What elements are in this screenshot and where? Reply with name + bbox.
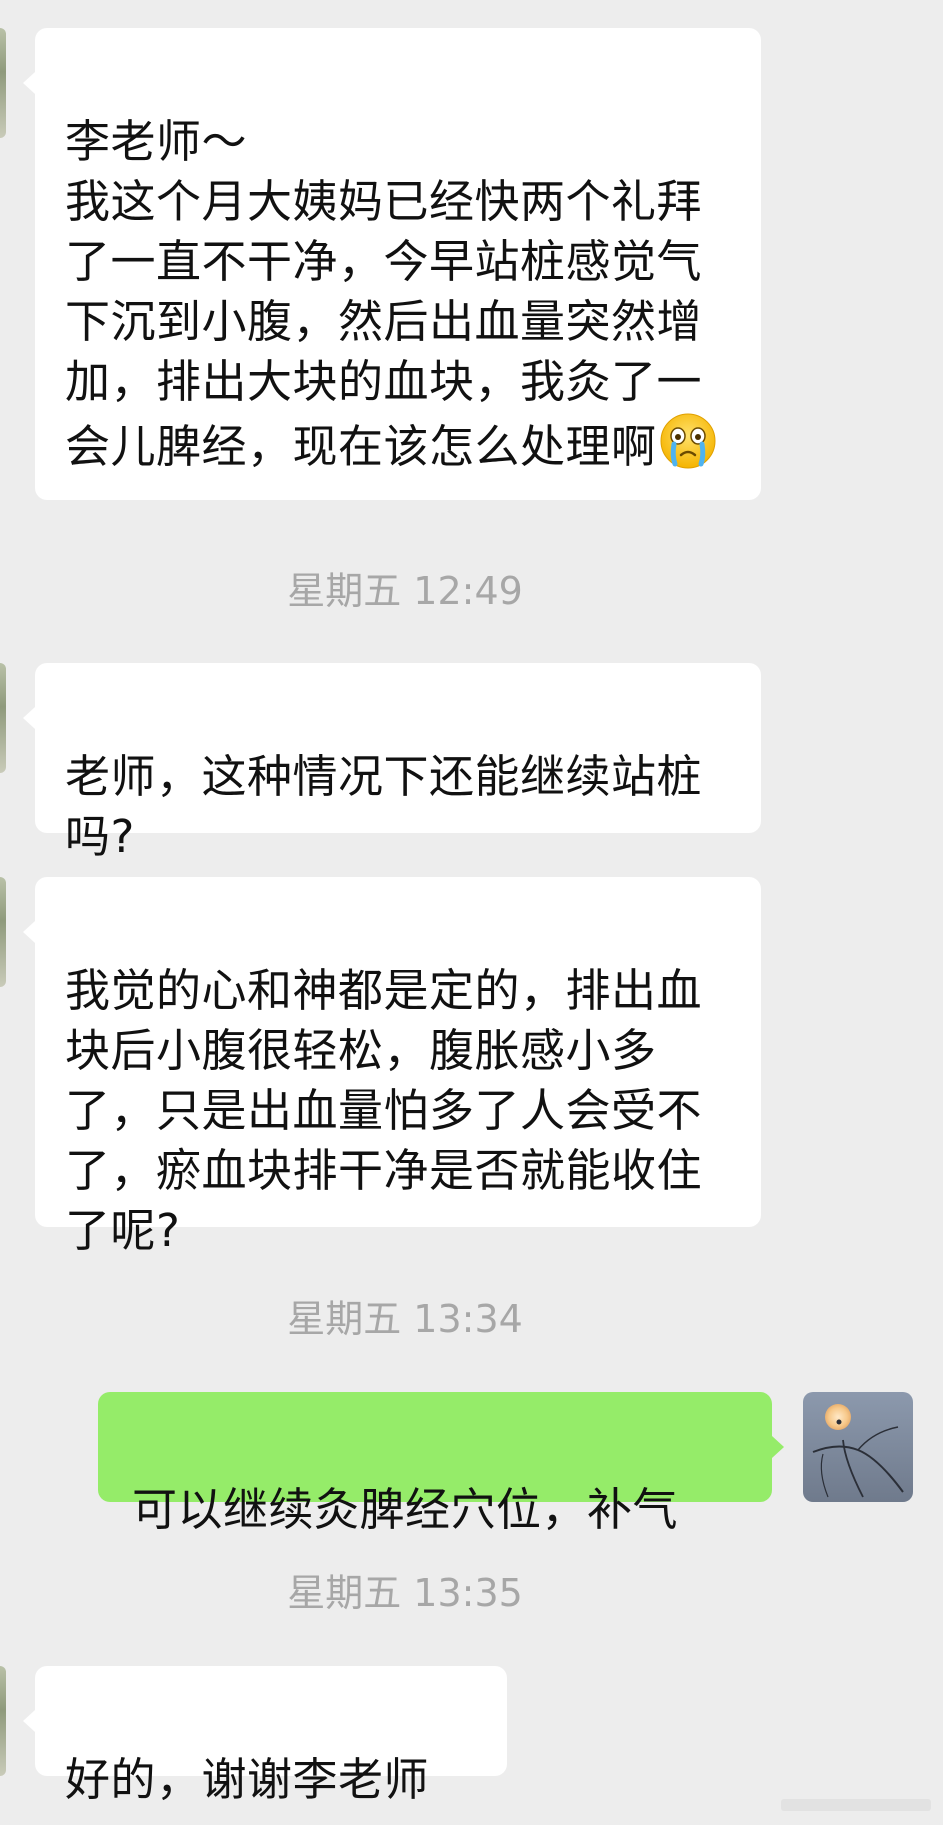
chat-history[interactable]: 李老师～ 我这个月大姨妈已经快两个礼拜了一直不干净，今早站桩感觉气下沉到小腹，然… (0, 0, 943, 1825)
message-bubble-received[interactable]: 我觉的心和神都是定的，排出血块后小腹很轻松，腹胀感小多了，只是出血量怕多了人会受… (23, 877, 761, 1257)
message-bubble-received[interactable]: 好的，谢谢李老师 (23, 1666, 507, 1806)
contact-avatar[interactable] (0, 1666, 6, 1776)
contact-avatar[interactable] (0, 663, 6, 773)
message-text: 可以继续灸脾经穴位，补气 (132, 1483, 679, 1536)
contact-avatar[interactable] (0, 877, 6, 987)
message-bubble-sent[interactable]: 可以继续灸脾经穴位，补气 (98, 1392, 784, 1536)
watermark-icon (781, 1799, 931, 1811)
crying-face-emoji-icon (659, 412, 717, 485)
timestamp: 星期五 13:35 (287, 1571, 523, 1615)
message-text: 老师，这种情况下还能继续站桩吗? (65, 750, 703, 863)
message-text: 好的，谢谢李老师 (65, 1753, 430, 1806)
message-text: 李老师～ 我这个月大姨妈已经快两个礼拜了一直不干净，今早站桩感觉气下沉到小腹，然… (65, 115, 703, 473)
message-bubble-received[interactable]: 老师，这种情况下还能继续站桩吗? (23, 663, 761, 863)
timestamp: 星期五 13:34 (287, 1297, 523, 1341)
message-bubble-received[interactable]: 李老师～ 我这个月大姨妈已经快两个礼拜了一直不干净，今早站桩感觉气下沉到小腹，然… (23, 28, 761, 500)
timestamp: 星期五 12:49 (287, 569, 523, 613)
message-text: 我觉的心和神都是定的，排出血块后小腹很轻松，腹胀感小多了，只是出血量怕多了人会受… (65, 964, 703, 1257)
contact-avatar[interactable] (0, 28, 6, 138)
moon-branch-avatar-icon[interactable] (803, 1392, 913, 1502)
